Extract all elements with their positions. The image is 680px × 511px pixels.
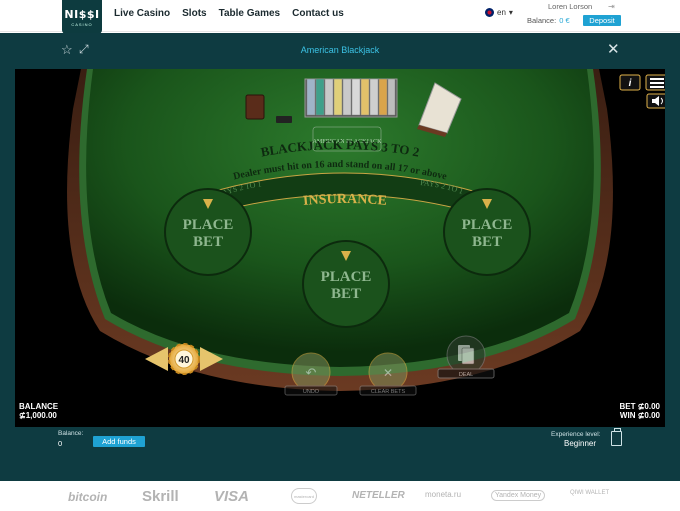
game-header: ☆ ⤢ American Blackjack ✕ <box>0 33 680 67</box>
skrill-logo: Skrill <box>142 488 179 505</box>
language-code: en <box>497 8 506 17</box>
blackjack-table: AMERICAN BLACKJACK BLACKJACK PAYS 3 TO 2… <box>15 69 665 427</box>
bet-spot-right[interactable]: PLACE BET <box>443 188 531 276</box>
svg-text:PLACE: PLACE <box>183 217 234 233</box>
footer-balance-label: Balance: <box>58 430 84 437</box>
svg-text:PLACE: PLACE <box>321 269 372 285</box>
chip-rack <box>304 78 398 118</box>
game-title: American Blackjack <box>300 45 380 55</box>
hud-win-value: ⊈0.00 <box>637 411 660 420</box>
hud-balance: BALANCE ⊈1,000.00 <box>19 402 58 420</box>
moneta-logo: moneta.ru <box>425 490 462 499</box>
bet-spot-center[interactable]: PLACE BET <box>302 240 390 328</box>
nav-slots[interactable]: Slots <box>182 8 206 19</box>
svg-text:PLACE: PLACE <box>462 217 513 233</box>
trash-icon[interactable] <box>611 428 622 446</box>
neteller-logo: NETELLER <box>352 490 405 501</box>
experience-label: Experience level: <box>551 431 601 438</box>
add-funds-button[interactable]: Add funds <box>93 436 145 447</box>
hud-balance-value: ⊈1,000.00 <box>19 411 57 420</box>
hud-balance-label: BALANCE <box>19 402 59 411</box>
game-info-button[interactable]: i <box>619 74 641 91</box>
game-frame: ☆ ⤢ American Blackjack ✕ AMERICAN BLACKJ… <box>0 33 680 481</box>
insurance-text: INSURANCE <box>302 192 387 209</box>
svg-text:i: i <box>629 78 632 89</box>
experience-value: Beginner <box>564 439 597 448</box>
uk-flag-icon <box>485 8 494 17</box>
bet-spot-left[interactable]: PLACE BET <box>164 188 252 276</box>
svg-text:↶: ↶ <box>306 365 317 380</box>
hud-bet-win: BET ⊈0.00 WIN ⊈0.00 <box>619 402 660 420</box>
header-balance: Balance: 0 € <box>527 16 570 25</box>
logout-icon[interactable]: ⇥ <box>608 2 615 11</box>
payment-methods: bitcoin Skrill VISA mastercard NETELLER … <box>0 482 680 511</box>
casino-logo[interactable]: NI$$I CASINO <box>62 0 102 34</box>
svg-text:✕: ✕ <box>383 366 393 380</box>
language-selector[interactable]: en ▾ <box>485 8 513 17</box>
svg-text:BET: BET <box>193 234 223 250</box>
mastercard-logo: mastercard <box>291 488 317 504</box>
yandex-money-logo: Yandex Money <box>491 490 546 501</box>
svg-text:CLEAR BETS: CLEAR BETS <box>371 389 406 395</box>
hud-bet-label: BET <box>619 402 636 411</box>
header-balance-label: Balance: <box>527 16 557 25</box>
header-balance-value: 0 € <box>559 16 570 25</box>
svg-text:UNDO: UNDO <box>303 389 320 395</box>
nav-contact-us[interactable]: Contact us <box>292 8 344 19</box>
visa-logo: VISA <box>214 488 250 505</box>
sound-button[interactable] <box>646 93 665 109</box>
top-navigation: NI$$I CASINO Live Casino Slots Table Gam… <box>0 0 680 34</box>
discard-tray <box>245 94 265 120</box>
svg-text:BET: BET <box>472 234 502 250</box>
close-icon[interactable]: ✕ <box>607 40 620 58</box>
hud-bet-value: ⊈0.00 <box>637 402 660 411</box>
table-graphic: AMERICAN BLACKJACK BLACKJACK PAYS 3 TO 2… <box>67 69 665 396</box>
qiwi-wallet-logo: QIWI WALLET <box>570 490 610 496</box>
card-tray <box>276 116 292 123</box>
logo-subtext: CASINO <box>71 22 93 27</box>
nav-table-games[interactable]: Table Games <box>219 8 281 19</box>
username[interactable]: Loren Lorson <box>548 2 592 11</box>
main-menu: Live Casino Slots Table Games Contact us <box>114 8 344 19</box>
menu-button[interactable] <box>645 74 665 91</box>
chip-value: 40 <box>178 355 190 366</box>
bitcoin-logo: bitcoin <box>68 490 108 504</box>
footer-balance-value: 0 <box>58 439 63 448</box>
game-footer: Balance: 0 Add funds Experience level: B… <box>0 427 680 481</box>
hud-win-label: WIN <box>619 411 636 420</box>
svg-text:BET: BET <box>331 286 361 302</box>
deposit-button[interactable]: Deposit <box>583 15 621 26</box>
svg-text:DEAL: DEAL <box>459 372 473 378</box>
chevron-down-icon: ▾ <box>508 8 513 17</box>
logo-text: NI$$I <box>64 8 100 21</box>
nav-live-casino[interactable]: Live Casino <box>114 8 170 19</box>
